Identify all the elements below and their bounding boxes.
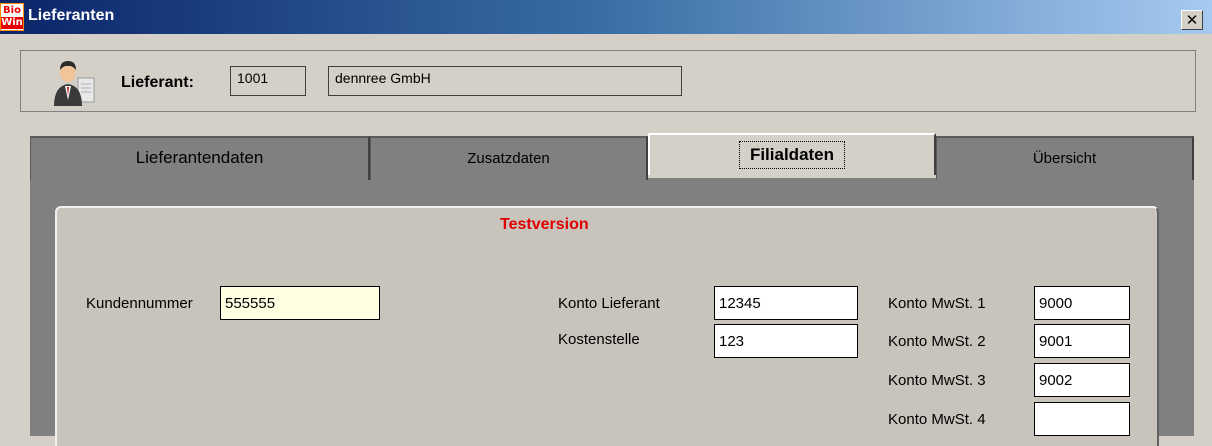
- konto-mwst-1-label: Konto MwSt. 1: [888, 295, 986, 312]
- tab-label: Filialdaten: [738, 141, 846, 169]
- konto-mwst-3-input[interactable]: [1034, 363, 1130, 397]
- user-icon: [54, 61, 95, 106]
- tab-lieferantendaten[interactable]: Lieferantendaten: [30, 136, 370, 180]
- filialdaten-panel: [55, 206, 1159, 446]
- app-icon-text-bottom: Win: [1, 17, 23, 29]
- tab-label: Übersicht: [1032, 150, 1097, 167]
- supplier-name-field[interactable]: dennree GmbH: [328, 66, 682, 96]
- konto-lieferant-label: Konto Lieferant: [558, 295, 660, 312]
- supplier-label: Lieferant:: [121, 74, 194, 91]
- close-icon: ✕: [1185, 11, 1199, 29]
- konto-mwst-1-input[interactable]: [1034, 286, 1130, 320]
- konto-lieferant-input[interactable]: [714, 286, 858, 320]
- tab-label: Zusatzdaten: [467, 150, 550, 167]
- konto-mwst-2-label: Konto MwSt. 2: [888, 333, 986, 350]
- biowin-app-icon: Bio Win: [0, 3, 24, 31]
- kundennummer-input[interactable]: [220, 286, 380, 320]
- app-icon-text-top: Bio: [3, 5, 21, 16]
- tab-zusatzdaten[interactable]: Zusatzdaten: [370, 136, 648, 180]
- konto-mwst-4-input[interactable]: [1034, 402, 1130, 436]
- kostenstelle-label: Kostenstelle: [558, 331, 640, 348]
- close-button[interactable]: ✕: [1181, 10, 1203, 30]
- tab-filialdaten[interactable]: Filialdaten: [648, 133, 936, 175]
- window-title: Lieferanten: [28, 7, 115, 24]
- tab-uebersicht[interactable]: Übersicht: [936, 136, 1194, 180]
- kundennummer-label: Kundennummer: [86, 295, 193, 312]
- kostenstelle-input[interactable]: [714, 324, 858, 358]
- supplier-number-field[interactable]: 1001: [230, 66, 306, 96]
- title-bar: Bio Win Lieferanten ✕: [0, 0, 1212, 34]
- testversion-watermark: Testversion: [500, 216, 589, 233]
- konto-mwst-3-label: Konto MwSt. 3: [888, 372, 986, 389]
- tab-label: Lieferantendaten: [135, 148, 264, 167]
- konto-mwst-4-label: Konto MwSt. 4: [888, 411, 986, 428]
- konto-mwst-2-input[interactable]: [1034, 324, 1130, 358]
